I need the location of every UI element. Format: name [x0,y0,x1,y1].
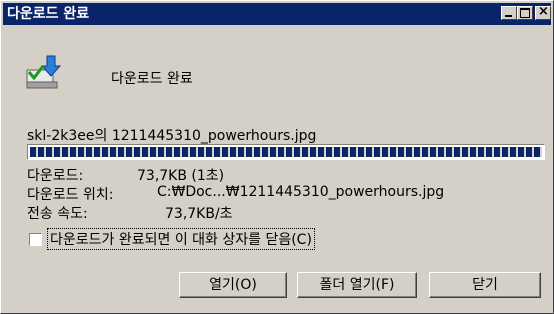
file-name: skl-2k3ee의 1211445310_powerhours.jpg [27,128,317,144]
close-when-done-checkbox[interactable] [29,233,42,246]
progress-fill [30,147,542,157]
progress-bar [27,144,545,160]
header-text: 다운로드 완료 [111,71,193,87]
downloaded-label: 다운로드: [27,168,84,184]
title-bar[interactable]: 다운로드 완료 × [3,3,551,25]
download-complete-dialog: 다운로드 완료 × 다운로드 완료 skl-2k3ee의 1211445310_… [0,0,554,314]
transfer-rate-value: 73,7KB/초 [165,206,233,222]
window-title: 다운로드 완료 [7,6,90,22]
maximize-button[interactable] [517,6,533,20]
close-window-button[interactable]: × [535,4,551,20]
close-when-done-label[interactable]: 다운로드가 완료되면 이 대화 상자를 닫음(C) [47,228,315,250]
open-button[interactable]: 열기(O) [179,272,287,298]
download-location-label: 다운로드 위치: [27,187,114,203]
transfer-rate-label: 전송 속도: [27,206,88,222]
minimize-button[interactable] [501,6,517,20]
open-folder-button[interactable]: 폴더 열기(F) [297,272,417,298]
download-location-value: C:₩Doc...₩1211445310_powerhours.jpg [157,184,445,200]
close-button[interactable]: 닫기 [429,272,541,298]
downloaded-value: 73,7KB (1초) [137,168,225,184]
download-computer-icon [26,55,62,89]
